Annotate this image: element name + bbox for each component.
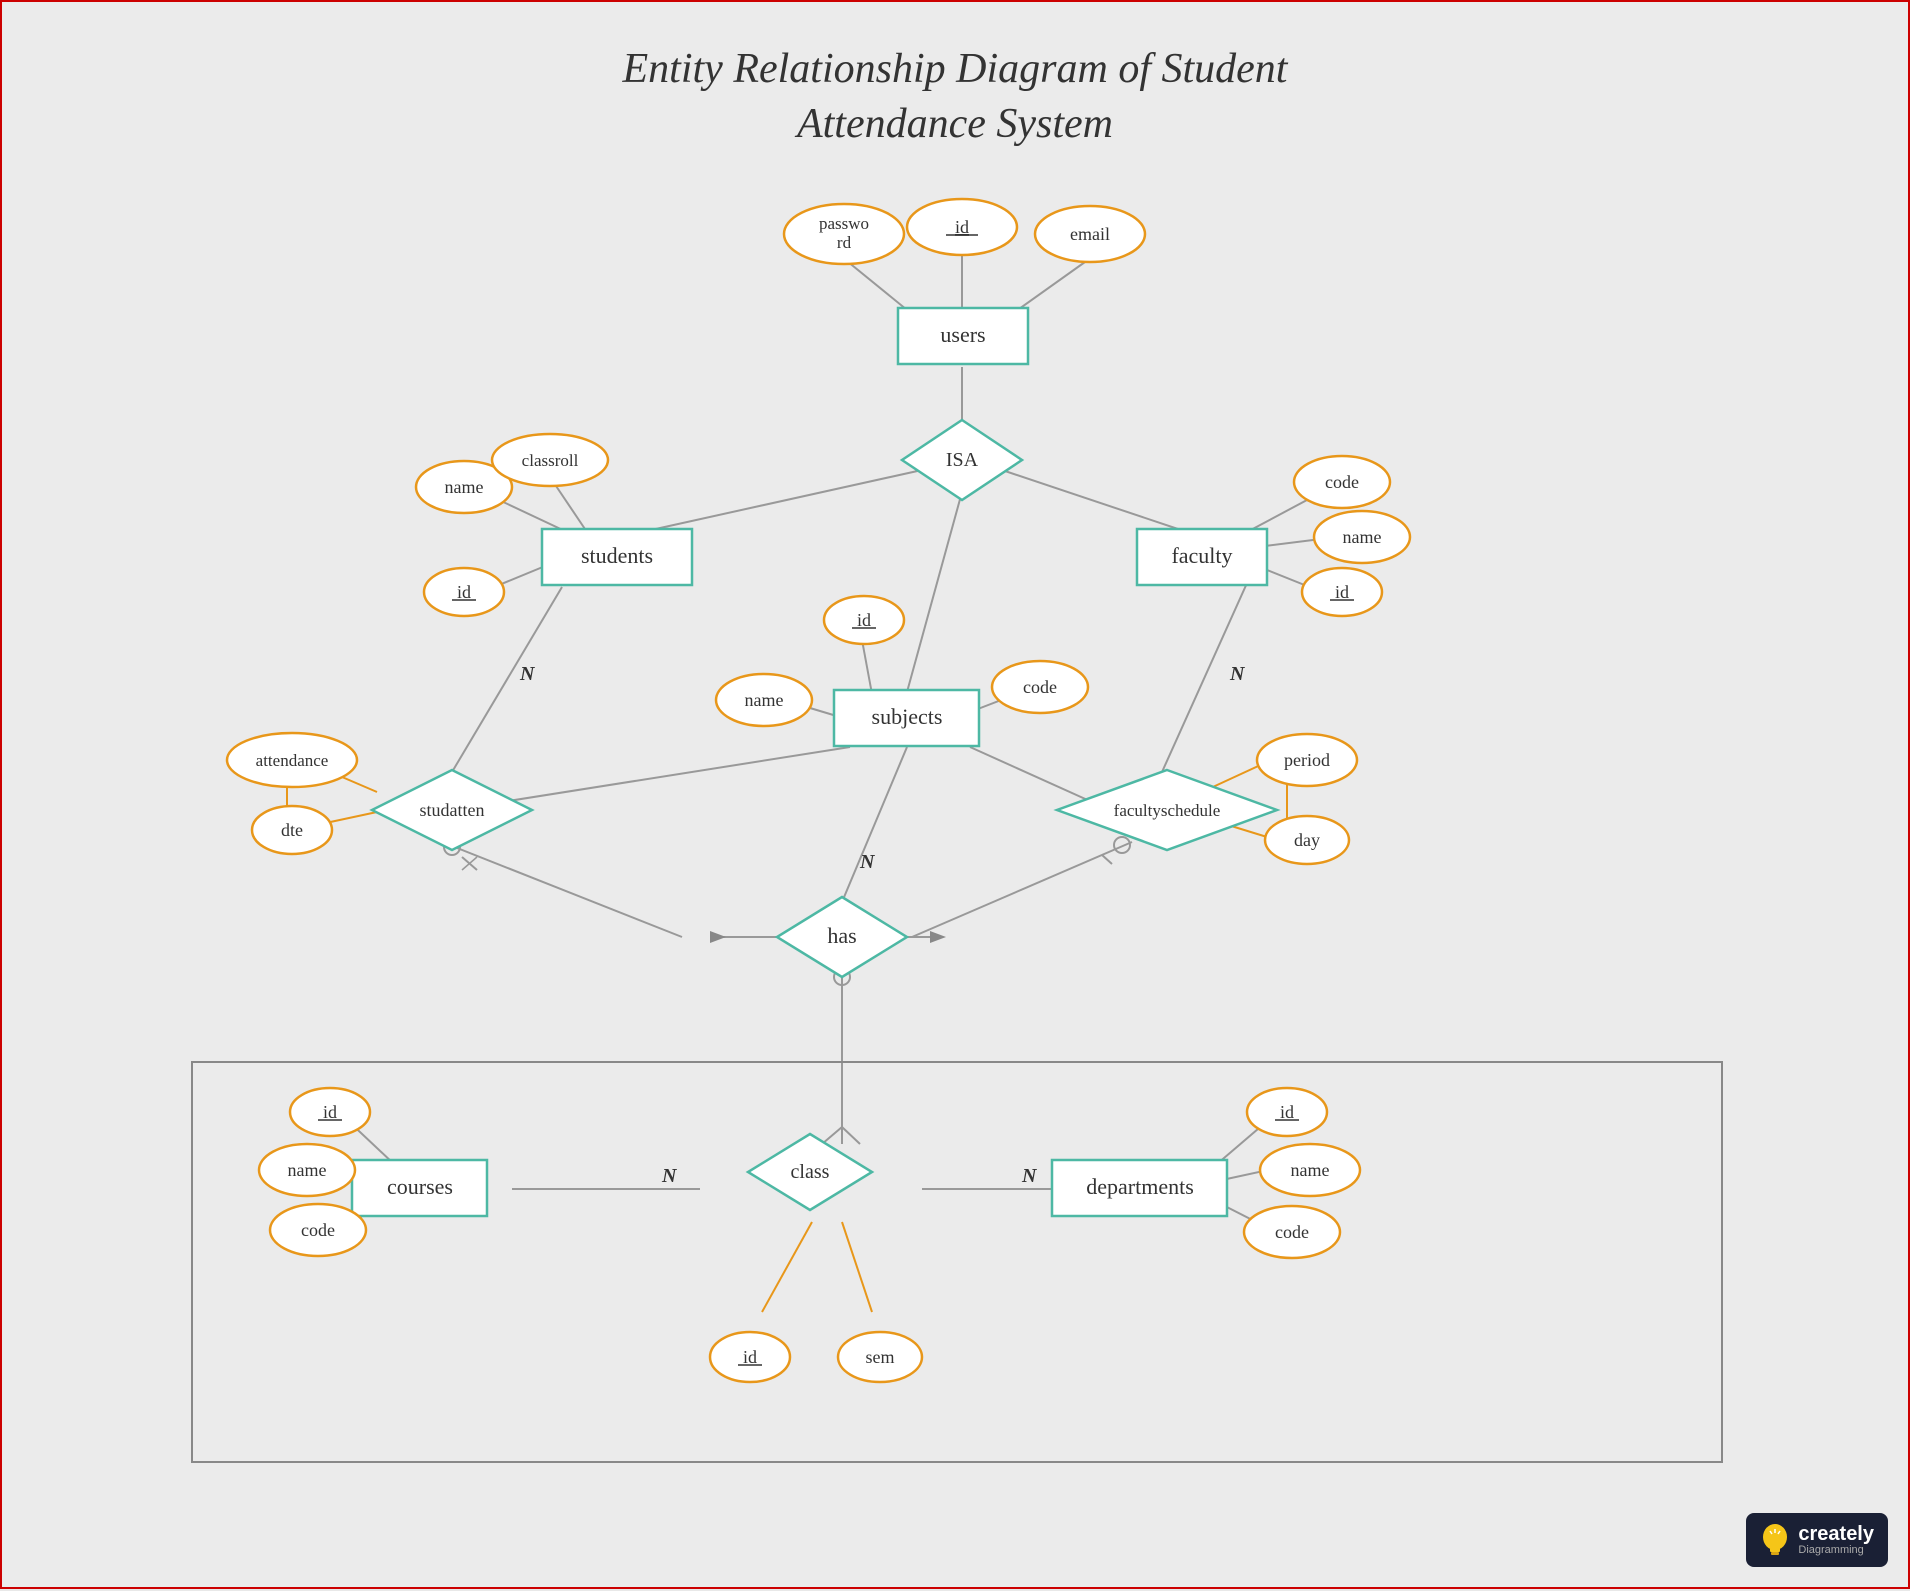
svg-text:has: has [827, 923, 856, 948]
svg-text:day: day [1294, 830, 1320, 850]
svg-text:studatten: studatten [420, 800, 485, 820]
main-container: Entity Relationship Diagram of Student A… [0, 0, 1910, 1589]
svg-text:email: email [1070, 224, 1110, 244]
svg-text:code: code [1275, 1222, 1309, 1242]
svg-text:departments: departments [1086, 1174, 1194, 1199]
svg-text:attendance: attendance [256, 751, 329, 770]
svg-text:facultyschedule: facultyschedule [1114, 801, 1221, 820]
svg-text:users: users [940, 322, 985, 347]
svg-text:name: name [745, 690, 784, 710]
svg-text:id: id [457, 582, 471, 602]
svg-text:period: period [1284, 750, 1330, 770]
creately-sub-label: Diagramming [1798, 1544, 1863, 1556]
svg-text:students: students [581, 543, 653, 568]
svg-text:code: code [301, 1220, 335, 1240]
svg-text:N: N [1021, 1165, 1038, 1187]
creately-text: creately Diagramming [1798, 1524, 1874, 1556]
svg-text:dte: dte [281, 820, 303, 840]
svg-text:subjects: subjects [872, 704, 943, 729]
svg-text:code: code [1325, 472, 1359, 492]
svg-text:sem: sem [866, 1347, 895, 1367]
svg-text:courses: courses [387, 1174, 453, 1199]
svg-text:class: class [791, 1161, 830, 1183]
svg-text:code: code [1023, 677, 1057, 697]
svg-text:N: N [859, 851, 876, 873]
svg-text:name: name [1291, 1160, 1330, 1180]
svg-text:name: name [288, 1160, 327, 1180]
svg-text:id: id [1280, 1102, 1294, 1122]
er-diagram: N N N N N users students faculty subject… [2, 2, 1910, 1591]
svg-text:id: id [323, 1102, 337, 1122]
svg-text:id: id [743, 1347, 757, 1367]
svg-text:faculty: faculty [1171, 543, 1232, 568]
svg-text:N: N [661, 1165, 678, 1187]
svg-text:id: id [1335, 582, 1349, 602]
creately-logo: creately Diagramming [1746, 1513, 1888, 1567]
svg-text:name: name [1343, 527, 1382, 547]
svg-text:name: name [445, 477, 484, 497]
svg-text:N: N [519, 663, 536, 685]
svg-text:id: id [857, 610, 871, 630]
svg-text:id: id [955, 217, 969, 237]
creately-name-label: creately [1798, 1524, 1874, 1544]
svg-text:classroll: classroll [522, 451, 579, 470]
bulb-icon [1760, 1521, 1790, 1559]
svg-text:passwo: passwo [819, 214, 869, 233]
svg-text:rd: rd [837, 233, 852, 252]
svg-text:ISA: ISA [946, 449, 979, 471]
svg-text:N: N [1229, 663, 1246, 685]
